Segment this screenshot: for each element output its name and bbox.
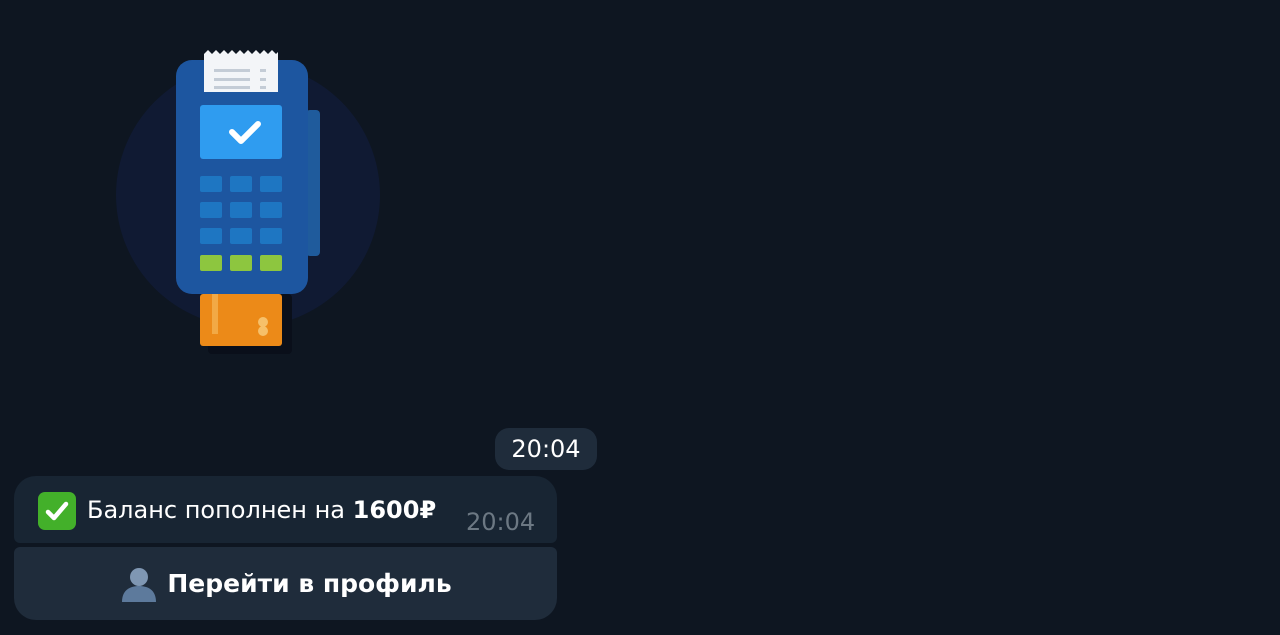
message-text: Баланс пополнен на 1600₽	[87, 495, 436, 525]
chat-area: 20:04 Баланс пополнен на 1600₽ 20:04 Пер…	[0, 0, 1280, 635]
bust-in-silhouette-icon	[122, 567, 157, 602]
payment-terminal-sticker[interactable]	[108, 48, 388, 368]
go-to-profile-label: Перейти в профиль	[167, 568, 452, 598]
go-to-profile-button-content: Перейти в профиль	[14, 547, 557, 620]
message-bubble[interactable]: Баланс пополнен на 1600₽ 20:04	[14, 476, 557, 543]
payment-terminal-icon	[116, 50, 380, 354]
message-text-prefix: Баланс пополнен на	[87, 496, 345, 524]
message-time: 20:04	[466, 508, 536, 536]
check-mark-button-icon	[38, 492, 76, 530]
go-to-profile-button[interactable]: Перейти в профиль	[14, 547, 557, 620]
date-time-badge: 20:04	[495, 428, 597, 470]
balance-amount: 1600₽	[352, 496, 437, 524]
